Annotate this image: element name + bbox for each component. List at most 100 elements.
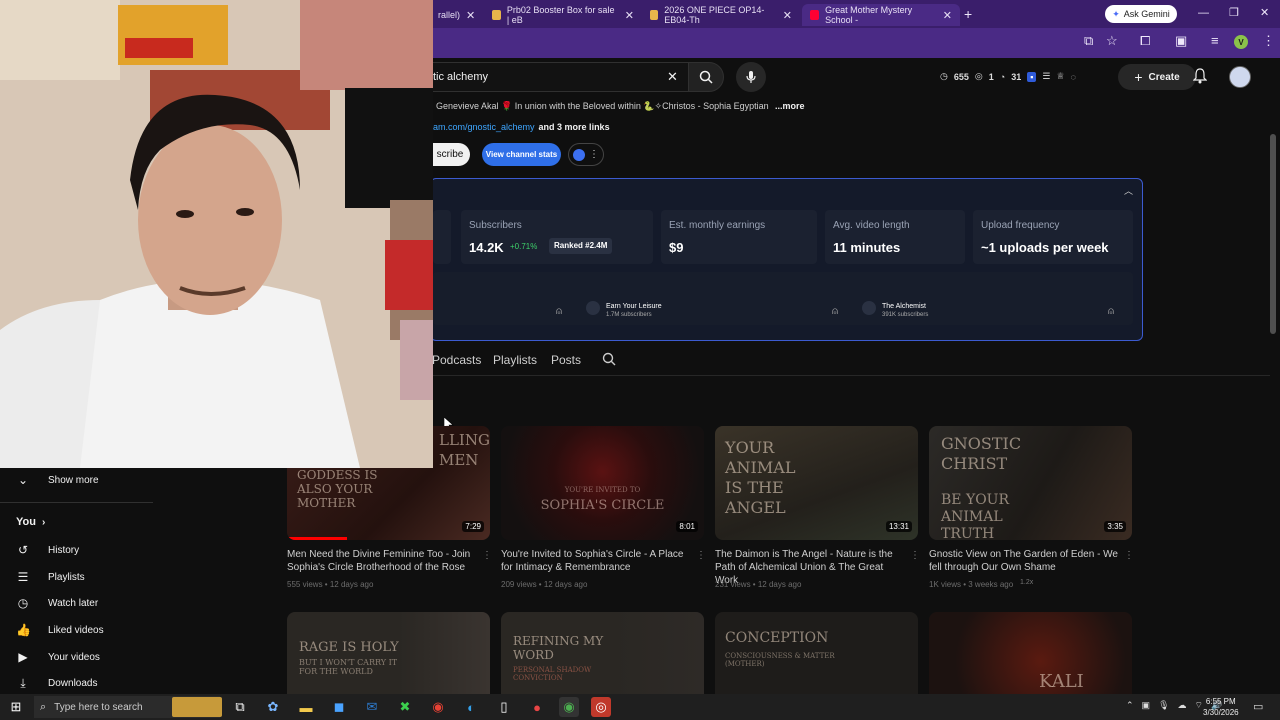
file-explorer-icon[interactable]: ▬ — [296, 697, 316, 717]
channel-avatar[interactable] — [1229, 66, 1251, 88]
network-icon[interactable]: ⌔ — [1195, 700, 1203, 711]
description-more-link[interactable]: ...more — [775, 101, 805, 111]
create-button[interactable]: + Create — [1118, 64, 1196, 90]
split-view-icon[interactable]: ▣ — [1175, 33, 1187, 49]
subscribe-button[interactable]: scribe — [430, 143, 470, 166]
sidebar-divider — [0, 502, 153, 503]
channel-search-icon[interactable] — [602, 352, 616, 371]
video-menu-icon[interactable]: ⋮ — [910, 550, 920, 561]
weather-icon[interactable]: ☁ — [1178, 700, 1187, 711]
chat-icon[interactable]: ◌ — [1071, 72, 1076, 82]
sidebar-item-label: Downloads — [48, 678, 98, 689]
playlists-icon: ☰ — [17, 570, 29, 584]
windows-start-icon[interactable]: ⊞ — [6, 697, 26, 717]
tab-playlists[interactable]: Playlists — [493, 353, 537, 367]
vidiq-icon[interactable]: ▪ — [1027, 71, 1037, 82]
close-icon[interactable]: ✕ — [783, 9, 792, 22]
browser-tab[interactable]: Prb02 Booster Box for sale | eB ✕ — [484, 4, 642, 26]
chevron-down-icon: ⌄ — [17, 473, 29, 487]
video-thumbnail[interactable]: CONCEPTION CONSCIOUSNESS & MATTER (MOTHE… — [715, 612, 918, 694]
subscribers-delta: +0.71% — [510, 242, 538, 251]
browser-tab[interactable]: rallel) ✕ — [430, 4, 482, 26]
vidiq-menu-button[interactable]: ⋮ — [568, 143, 604, 166]
video-thumbnail[interactable]: YOU'RE INVITED TO SOPHIA'S CIRCLE 8:01 — [501, 426, 704, 540]
video-menu-icon[interactable]: ⋮ — [696, 550, 706, 561]
window-close-icon[interactable]: ✕ — [1260, 6, 1269, 19]
channel-link[interactable]: am.com/gnostic_alchemy — [433, 122, 535, 132]
video-duration: 3:35 — [1104, 521, 1126, 532]
close-icon[interactable]: ✕ — [466, 9, 475, 22]
video-thumbnail[interactable]: KALI — [929, 612, 1132, 694]
tab-posts[interactable]: Posts — [551, 353, 581, 367]
store-icon[interactable]: ◼ — [329, 697, 349, 717]
taskbar-clock[interactable]: 6:55 PM 3/30/2026 — [1203, 696, 1239, 718]
reading-list-icon[interactable]: ≡ — [1211, 33, 1219, 48]
file-icon[interactable]: ▯ — [494, 697, 514, 717]
app-icon[interactable]: ● — [527, 697, 547, 717]
sidebar-item-liked-videos[interactable]: 👍 Liked videos — [16, 623, 104, 637]
sidebar-you-header[interactable]: You › — [16, 516, 45, 528]
extensions-icon[interactable]: ⧠ — [1140, 33, 1150, 49]
list-icon[interactable]: ☰ — [1042, 71, 1050, 82]
bookmark-star-icon[interactable]: ☆ — [1106, 33, 1118, 49]
video-thumbnail[interactable]: REFINING MY WORD PERSONAL SHADOW CONVICT… — [501, 612, 704, 694]
notification-center-icon[interactable]: ▭ — [1253, 700, 1263, 713]
sidebar-item-playlists[interactable]: ☰ Playlists — [16, 570, 85, 584]
new-tab-icon[interactable]: + — [964, 6, 972, 22]
search-input[interactable]: tic alchemy ✕ — [400, 62, 690, 92]
similar-channel[interactable]: The Alchemist 391K subscribers — [882, 303, 928, 318]
video-title[interactable]: You're Invited to Sophia's Circle - A Pl… — [501, 548, 691, 574]
trophy-icon[interactable]: ♕ — [1057, 71, 1065, 82]
add-person-icon[interactable]: ⍝ — [832, 306, 838, 317]
cast-icon[interactable]: ⧉ — [1084, 33, 1093, 49]
video-menu-icon[interactable]: ⋮ — [1124, 550, 1134, 561]
video-title[interactable]: Men Need the Divine Feminine Too - Join … — [287, 548, 477, 574]
add-person-icon[interactable]: ⍝ — [1108, 306, 1114, 317]
video-thumbnail[interactable]: YOUR ANIMAL IS THE ANGEL 13:31 — [715, 426, 918, 540]
more-menu-icon[interactable]: ⋮ — [1262, 33, 1275, 49]
search-button[interactable] — [688, 62, 724, 92]
tray-app-icon[interactable]: ▣ — [1142, 700, 1151, 711]
thumbnail-text: KALI — [1039, 671, 1084, 692]
chrome-active-icon[interactable]: ◉ — [559, 697, 579, 717]
chrome-icon[interactable]: ◉ — [428, 697, 448, 717]
video-menu-icon[interactable]: ⋮ — [482, 550, 492, 561]
avatar — [586, 301, 600, 315]
similar-channel[interactable]: Earn Your Leisure 1.7M subscribers — [606, 303, 662, 318]
tray-chevron-icon[interactable]: ⌃ — [1126, 700, 1134, 711]
ask-gemini-button[interactable]: ✦ Ask Gemini — [1105, 5, 1177, 23]
tab-podcasts[interactable]: Podcasts — [432, 353, 481, 367]
xbox-icon[interactable]: ✖ — [395, 697, 415, 717]
profile-avatar[interactable]: V — [1234, 35, 1248, 49]
view-channel-stats-button[interactable]: View channel stats — [482, 143, 561, 166]
close-icon[interactable]: ✕ — [625, 9, 634, 22]
sidebar-show-more[interactable]: ⌄ Show more — [16, 473, 99, 487]
more-links[interactable]: and 3 more links — [539, 122, 610, 132]
video-title[interactable]: Gnostic View on The Garden of Eden - We … — [929, 548, 1119, 574]
task-view-icon[interactable]: ⧉ — [230, 697, 250, 717]
copilot-icon[interactable]: ✿ — [263, 697, 283, 717]
sidebar-item-watch-later[interactable]: ◷ Watch later — [16, 596, 98, 610]
sidebar-item-downloads[interactable]: ⤓ Downloads — [16, 676, 97, 691]
outlook-icon[interactable]: ✉ — [362, 697, 382, 717]
taskbar-search-placeholder: Type here to search — [54, 701, 143, 713]
edge-icon[interactable]: ◐ — [461, 697, 481, 717]
sidebar-item-your-videos[interactable]: ▶ Your videos — [16, 650, 100, 664]
recorder-icon[interactable]: ◎ — [591, 697, 611, 717]
page-scrollbar[interactable] — [1270, 134, 1276, 334]
youtube-icon — [810, 10, 820, 20]
browser-tab[interactable]: 2026 ONE PIECE OP14-EB04-Th ✕ — [642, 4, 800, 26]
close-icon[interactable]: ✕ — [943, 9, 952, 22]
maximize-icon[interactable]: ❐ — [1229, 6, 1239, 19]
video-thumbnail[interactable]: GNOSTIC CHRIST BE YOUR ANIMAL TRUTH 3:35 — [929, 426, 1132, 540]
video-thumbnail[interactable]: RAGE IS HOLY BUT I WON'T CARRY IT FOR TH… — [287, 612, 490, 694]
voice-search-button[interactable] — [736, 62, 766, 92]
sidebar-item-history[interactable]: ↺ History — [16, 543, 79, 557]
clear-search-icon[interactable]: ✕ — [667, 69, 678, 85]
add-person-icon[interactable]: ⍝ — [556, 306, 562, 317]
notifications-bell-icon[interactable] — [1192, 68, 1208, 87]
collapse-chevron-icon[interactable]: ︿ — [1124, 184, 1133, 197]
microphone-icon[interactable]: 🎙 — [1158, 700, 1169, 711]
minimize-icon[interactable]: — — [1198, 7, 1209, 19]
browser-tab-active[interactable]: Great Mother Mystery School - ✕ — [802, 4, 960, 26]
